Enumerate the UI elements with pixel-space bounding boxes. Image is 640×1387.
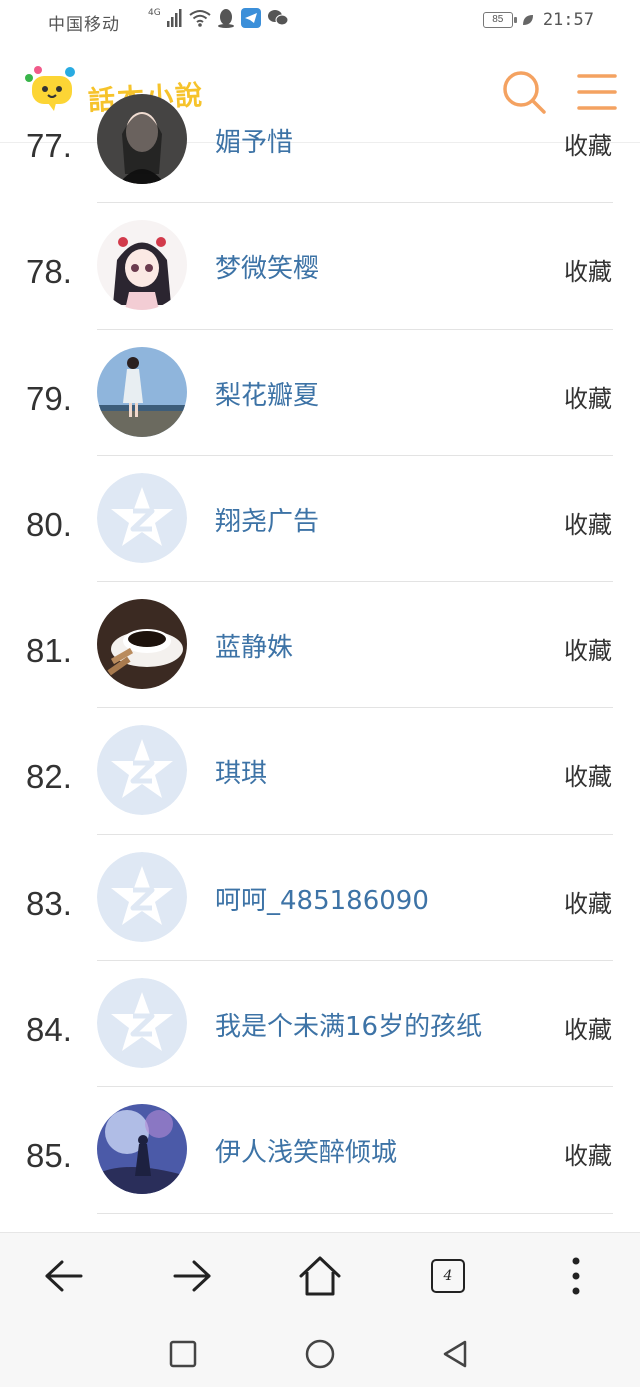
- rank-number: 78.: [26, 253, 72, 291]
- clock: 21:57: [542, 10, 594, 30]
- avatar[interactable]: [97, 978, 187, 1069]
- browser-toolbar: 4: [0, 1232, 640, 1318]
- favorite-button[interactable]: 收藏: [564, 252, 612, 287]
- arrow-left-icon: [45, 1260, 83, 1292]
- avatar[interactable]: [97, 599, 187, 690]
- default-avatar-icon: [97, 851, 187, 942]
- favorite-button[interactable]: 收藏: [564, 505, 612, 540]
- status-bar: 中国移动 4G 85 21:57: [0, 0, 640, 44]
- list-item[interactable]: 78. 梦微笑樱 收藏: [0, 203, 640, 330]
- carrier-label: 中国移动: [48, 15, 120, 35]
- list-item[interactable]: 81. 蓝静姝 收藏: [0, 582, 640, 709]
- rank-number: 79.: [26, 379, 72, 417]
- list-item[interactable]: 80. 翔尧广告 收藏: [0, 456, 640, 583]
- user-name-link[interactable]: 梦微笑樱: [215, 248, 319, 285]
- rank-number: 77.: [26, 127, 72, 164]
- rank-number: 83.: [26, 884, 72, 922]
- user-name-link[interactable]: 蓝静姝: [215, 627, 293, 664]
- list-item[interactable]: 79. 梨花瓣夏 收藏: [0, 330, 640, 456]
- user-name-link[interactable]: 梨花瓣夏: [215, 375, 319, 412]
- divider: [97, 1212, 613, 1214]
- avatar-photo: [97, 346, 187, 437]
- favorite-button[interactable]: 收藏: [564, 884, 612, 919]
- avatar-photo: [97, 220, 187, 311]
- status-left-icons: 4G: [148, 8, 289, 28]
- rank-number: 85.: [26, 1137, 72, 1175]
- list-item[interactable]: 83. 呵呵_485186090 收藏: [0, 835, 640, 962]
- home-icon: [299, 1256, 341, 1296]
- leaf-icon: [522, 15, 533, 25]
- default-avatar-icon: [97, 978, 187, 1069]
- recent-apps-button[interactable]: [165, 1336, 201, 1372]
- signal-icon: [166, 9, 182, 27]
- tab-count-badge: 4: [431, 1259, 465, 1293]
- avatar[interactable]: [97, 1104, 187, 1195]
- avatar[interactable]: [97, 725, 187, 816]
- forward-button[interactable]: [168, 1252, 216, 1300]
- list-item[interactable]: 77. 媚予惜 收藏: [0, 77, 640, 204]
- avatar[interactable]: [97, 851, 187, 942]
- network-type-label: 4G: [148, 8, 161, 18]
- wechat-icon: [267, 10, 289, 26]
- user-name-link[interactable]: 翔尧广告: [215, 501, 319, 538]
- system-home-button[interactable]: [302, 1336, 338, 1372]
- arrow-right-icon: [173, 1260, 211, 1292]
- avatar-photo: [97, 599, 187, 690]
- back-button[interactable]: [40, 1252, 88, 1300]
- avatar-photo: [97, 1104, 187, 1195]
- status-right: 85 21:57: [482, 10, 594, 30]
- list-item[interactable]: 84. 我是个未满16岁的孩纸 收藏: [0, 961, 640, 1088]
- tabs-button[interactable]: 4: [424, 1252, 472, 1300]
- favorite-button[interactable]: 收藏: [564, 126, 612, 161]
- default-avatar-icon: [97, 472, 187, 563]
- avatar[interactable]: [97, 472, 187, 563]
- circle-icon: [305, 1339, 335, 1369]
- user-name-link[interactable]: 伊人浅笑醉倾城: [215, 1132, 397, 1169]
- user-name-link[interactable]: 媚予惜: [215, 122, 293, 159]
- rank-number: 81.: [26, 632, 72, 670]
- fan-list: 77. 媚予惜 收藏 78. 梦微笑樱 收藏 79. 梨花瓣夏 收藏 80. 翔…: [0, 94, 640, 1214]
- favorite-button[interactable]: 收藏: [564, 1010, 612, 1045]
- avatar[interactable]: [97, 346, 187, 437]
- user-name-link[interactable]: 我是个未满16岁的孩纸: [215, 1006, 482, 1043]
- system-nav-bar: [0, 1318, 640, 1387]
- rank-number: 82.: [26, 758, 72, 796]
- user-name-link[interactable]: 呵呵_485186090: [215, 880, 429, 917]
- home-button[interactable]: [296, 1252, 344, 1300]
- avatar[interactable]: [97, 220, 187, 311]
- list-item[interactable]: 85. 伊人浅笑醉倾城 收藏: [0, 1087, 640, 1214]
- triangle-back-icon: [443, 1340, 467, 1368]
- avatar-photo: [97, 94, 187, 184]
- system-back-button[interactable]: [437, 1336, 473, 1372]
- user-name-link[interactable]: 琪琪: [215, 753, 267, 790]
- favorite-button[interactable]: 收藏: [564, 631, 612, 666]
- qq-icon: [217, 9, 234, 28]
- favorite-button[interactable]: 收藏: [564, 379, 612, 414]
- more-vertical-icon: [572, 1257, 580, 1295]
- telegram-icon: [240, 8, 261, 28]
- rank-number: 80.: [26, 505, 72, 543]
- more-menu-button[interactable]: [552, 1252, 600, 1300]
- avatar[interactable]: [97, 94, 187, 184]
- list-item[interactable]: 82. 琪琪 收藏: [0, 708, 640, 835]
- default-avatar-icon: [97, 725, 187, 816]
- wifi-icon: [189, 10, 211, 27]
- battery-indicator: 85: [482, 12, 517, 28]
- rank-number: 84.: [26, 1011, 72, 1049]
- favorite-button[interactable]: 收藏: [564, 1136, 612, 1171]
- favorite-button[interactable]: 收藏: [564, 757, 612, 792]
- square-icon: [169, 1340, 197, 1368]
